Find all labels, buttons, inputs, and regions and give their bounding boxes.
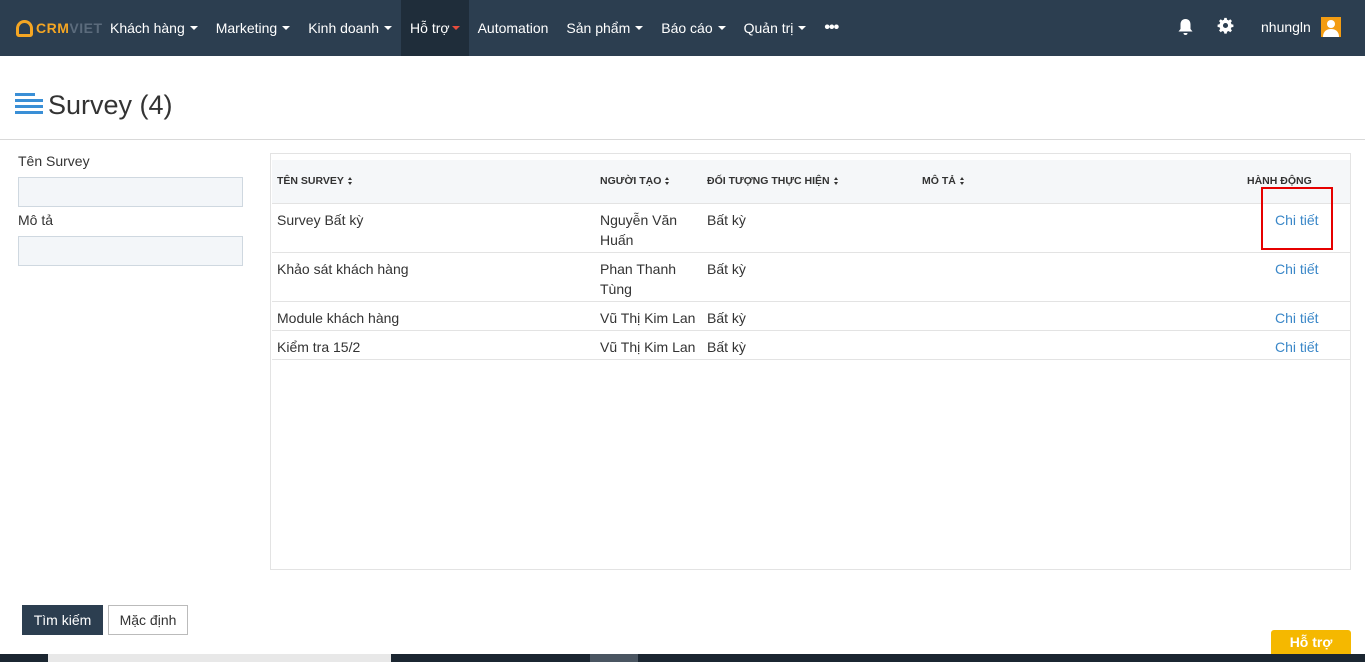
- sort-icon: [665, 177, 670, 185]
- taskbar-search-box[interactable]: [48, 654, 391, 662]
- nav-item-quan-tri[interactable]: Quản trị: [735, 0, 816, 56]
- user-avatar-icon[interactable]: [1321, 17, 1341, 37]
- reset-default-button[interactable]: Mặc định: [108, 605, 188, 635]
- nav-item-automation[interactable]: Automation: [469, 0, 558, 56]
- table-row: Kiểm tra 15/2 Vũ Thị Kim Lan Bất kỳ Chi …: [272, 331, 1350, 360]
- nav-item-bao-cao[interactable]: Báo cáo: [652, 0, 734, 56]
- taskbar-app-button[interactable]: [590, 654, 638, 662]
- ellipsis-icon: •••: [824, 19, 839, 36]
- main-menu: Khách hàng Marketing Kinh doanh Hỗ trợ A…: [101, 0, 847, 56]
- top-navbar: CRMVIET Khách hàng Marketing Kinh doanh …: [0, 0, 1365, 56]
- sort-icon: [833, 177, 839, 185]
- detail-link[interactable]: Chi tiết: [1275, 337, 1319, 357]
- cell-target: Bất kỳ: [707, 212, 746, 228]
- nav-item-san-pham[interactable]: Sản phẩm: [557, 0, 652, 56]
- page-header: Survey (4): [0, 56, 1365, 140]
- chevron-down-icon: [635, 26, 644, 30]
- table-row: Survey Bất kỳ Nguyễn Văn Huấn Bất kỳ Chi…: [272, 204, 1350, 253]
- annotation-highlight-box: [1261, 187, 1333, 250]
- nav-item-marketing[interactable]: Marketing: [207, 0, 299, 56]
- list-icon: [15, 93, 43, 114]
- nav-item-khach-hang[interactable]: Khách hàng: [101, 0, 207, 56]
- cell-target: Bất kỳ: [707, 261, 746, 277]
- os-taskbar: [0, 654, 1365, 662]
- survey-name-input[interactable]: [18, 177, 243, 207]
- description-label: Mô tả: [18, 212, 54, 228]
- nav-item-kinh-doanh[interactable]: Kinh doanh: [299, 0, 401, 56]
- cell-target: Bất kỳ: [707, 310, 746, 326]
- column-header-description[interactable]: MÔ TẢ: [922, 175, 965, 187]
- description-input[interactable]: [18, 236, 243, 266]
- detail-link[interactable]: Chi tiết: [1275, 259, 1319, 279]
- cell-target: Bất kỳ: [707, 339, 746, 355]
- table-header: TÊN SURVEY NGƯỜI TẠO ĐỐI TƯỢNG THỰC HIỆN…: [272, 160, 1350, 204]
- cell-creator: Phan Thanh Tùng: [600, 261, 677, 297]
- chevron-down-icon: [451, 26, 460, 30]
- cell-survey-name: Kiểm tra 15/2: [277, 339, 361, 355]
- cell-survey-name: Survey Bất kỳ: [277, 212, 364, 228]
- chevron-down-icon: [189, 26, 198, 30]
- search-button[interactable]: Tìm kiếm: [22, 605, 103, 635]
- table-row: Khảo sát khách hàng Phan Thanh Tùng Bất …: [272, 253, 1350, 302]
- more-menu-button[interactable]: •••: [815, 0, 847, 56]
- cell-creator: Nguyễn Văn Huấn: [600, 212, 678, 248]
- chevron-down-icon: [798, 26, 807, 30]
- cell-survey-name: Khảo sát khách hàng: [277, 261, 409, 277]
- help-tab-button[interactable]: Hỗ trợ: [1271, 630, 1351, 654]
- table-row: Module khách hàng Vũ Thị Kim Lan Bất kỳ …: [272, 302, 1350, 331]
- cell-survey-name: Module khách hàng: [277, 310, 400, 326]
- survey-table: TÊN SURVEY NGƯỜI TẠO ĐỐI TƯỢNG THỰC HIỆN…: [270, 153, 1351, 570]
- detail-link[interactable]: Chi tiết: [1275, 308, 1319, 328]
- cell-creator: Vũ Thị Kim Lan: [600, 310, 696, 326]
- column-header-action: HÀNH ĐỘNG: [1247, 175, 1312, 187]
- chevron-down-icon: [384, 26, 393, 30]
- column-header-name[interactable]: TÊN SURVEY: [277, 175, 353, 187]
- sort-icon: [959, 177, 965, 185]
- cell-creator: Vũ Thị Kim Lan: [600, 339, 696, 355]
- gear-icon[interactable]: [1217, 17, 1234, 34]
- username[interactable]: nhungln: [1261, 19, 1311, 35]
- logo-icon: [16, 19, 33, 37]
- survey-name-label: Tên Survey: [18, 153, 90, 169]
- bell-icon[interactable]: [1177, 18, 1194, 36]
- column-header-target[interactable]: ĐỐI TƯỢNG THỰC HIỆN: [707, 175, 839, 187]
- sort-icon: [347, 177, 353, 185]
- nav-item-ho-tro[interactable]: Hỗ trợ: [401, 0, 469, 56]
- page-title: Survey (4): [48, 90, 173, 120]
- chevron-down-icon: [717, 26, 726, 30]
- column-header-creator[interactable]: NGƯỜI TẠO: [600, 175, 670, 187]
- chevron-down-icon: [282, 26, 291, 30]
- crmviet-logo[interactable]: CRMVIET: [16, 18, 103, 38]
